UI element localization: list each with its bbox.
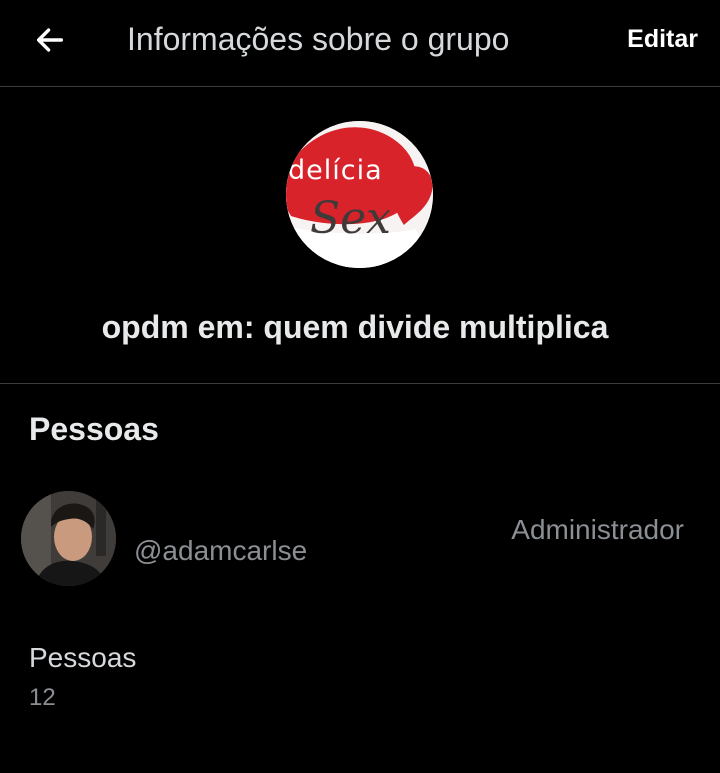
arrow-left-icon [36,28,64,52]
top-bar: Informações sobre o grupo Editar [0,0,720,86]
back-button[interactable] [30,20,70,60]
group-avatar-text-bottom: Sex [310,193,391,244]
group-name: opdm em: quem divide multiplica [101,309,609,345]
member-row[interactable]: @adamcarlse Administrador [0,485,720,595]
group-avatar-image: delícia Sex [286,121,433,268]
group-avatar-text-top: delícia [288,155,383,186]
page-title: Informações sobre o grupo [127,21,510,57]
people-section-title: Pessoas [29,411,159,447]
edit-button[interactable]: Editar [627,22,698,56]
avatar [21,491,116,586]
section-divider [0,383,720,384]
header-divider [0,86,720,87]
group-avatar[interactable]: delícia Sex [286,121,433,268]
member-avatar-image [21,491,116,586]
member-handle: @adamcarlse [134,535,308,566]
people-count-label: Pessoas [29,642,137,673]
member-role-badge: Administrador [511,514,684,545]
people-count-value: 12 [29,684,56,711]
